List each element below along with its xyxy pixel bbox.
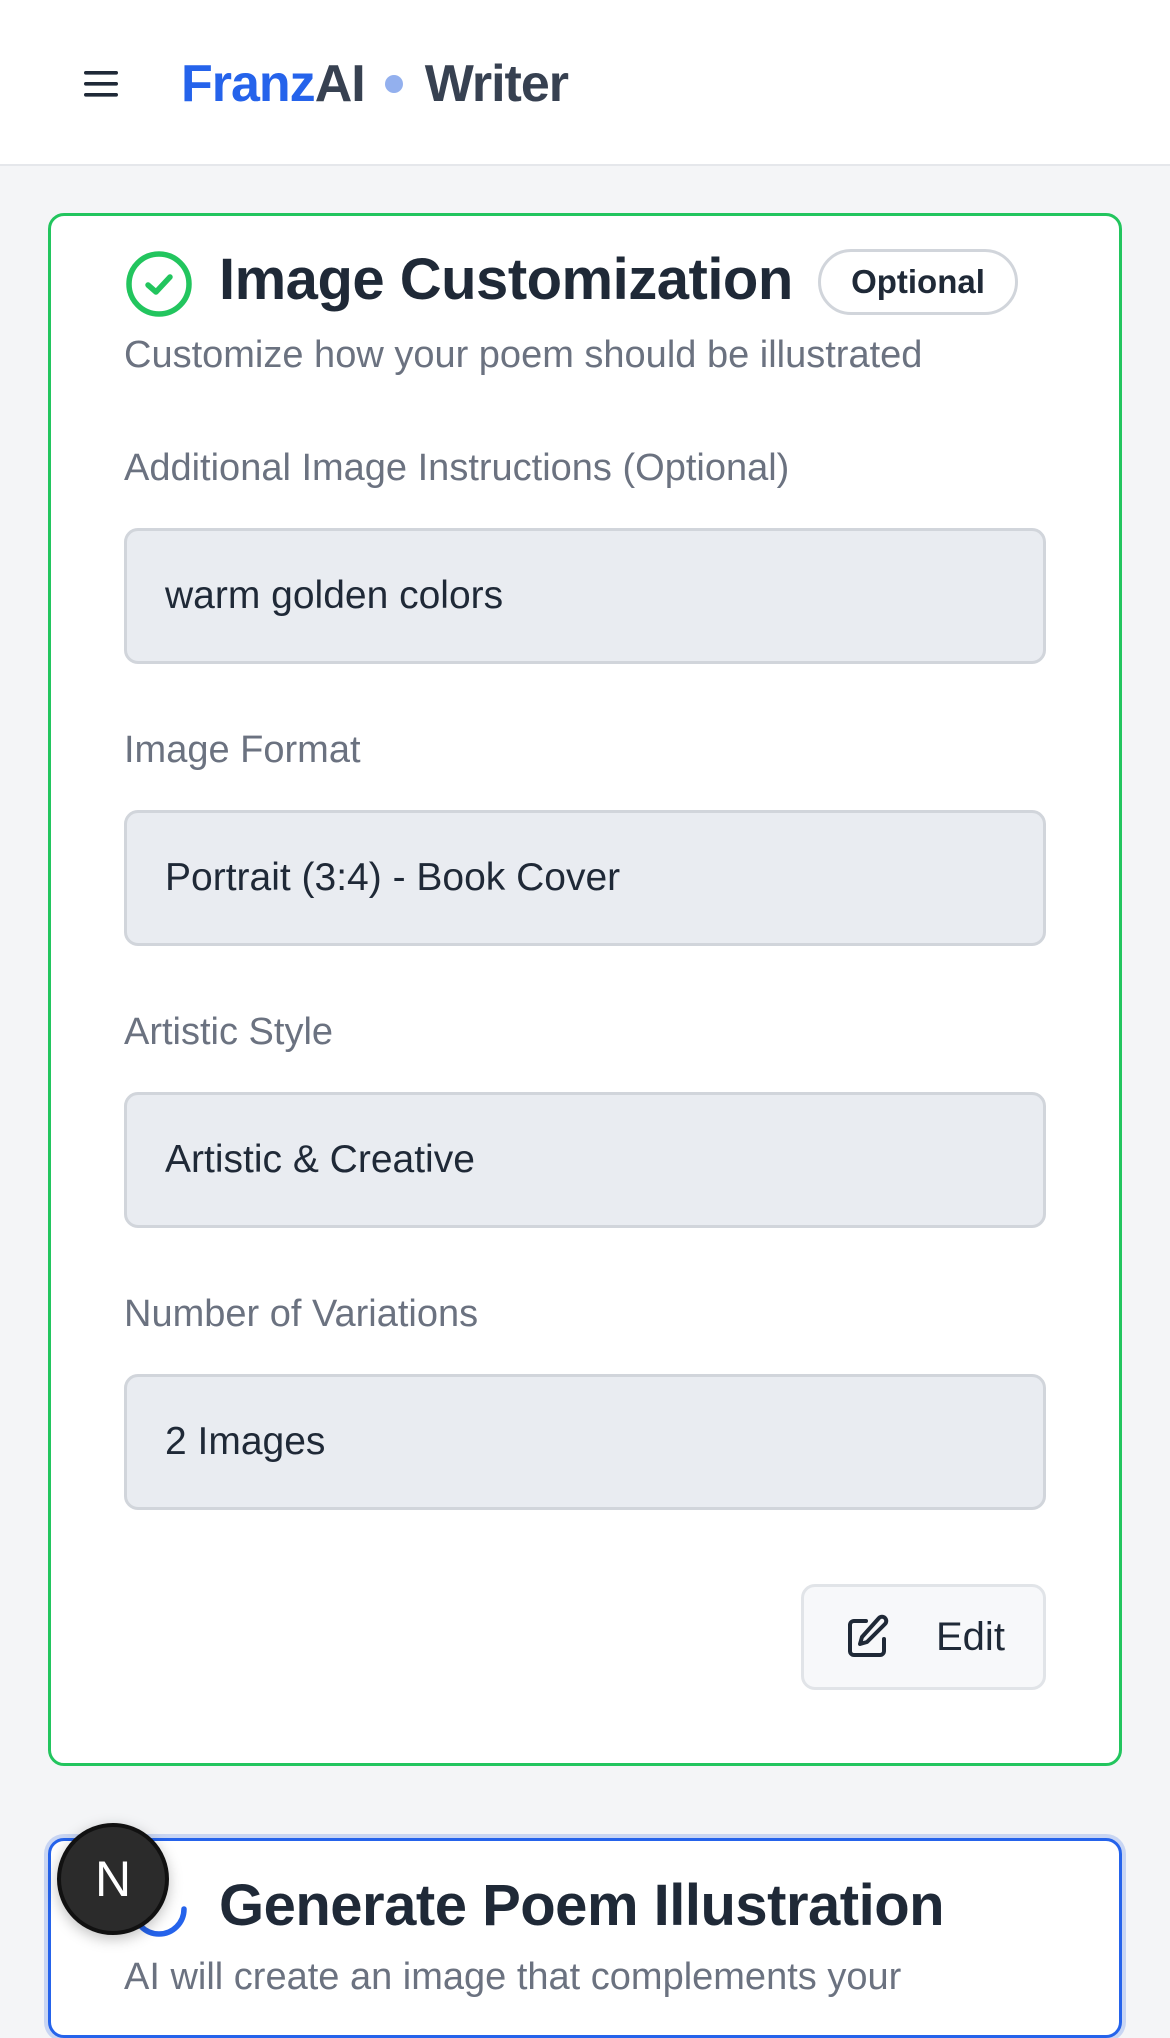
app-header: Franz AI Writer (0, 0, 1170, 166)
generate-subtitle: AI will create an image that complements… (124, 1956, 902, 1998)
app-logo[interactable]: Franz AI Writer (181, 48, 569, 120)
image-format-label: Image Format (124, 729, 361, 771)
variations-label: Number of Variations (124, 1293, 479, 1335)
card-title: Image Customization (219, 247, 793, 312)
menu-button[interactable] (66, 52, 138, 116)
optional-badge: Optional (818, 249, 1018, 315)
image-format-select[interactable]: Portrait (3:4) - Book Cover (124, 810, 1046, 946)
artistic-style-select[interactable]: Artistic & Creative (124, 1092, 1046, 1228)
hamburger-menu-icon (84, 71, 118, 97)
image-instructions-field[interactable]: warm golden colors (124, 528, 1046, 664)
edit-button-label: Edit (936, 1614, 1005, 1659)
variations-select[interactable]: 2 Images (124, 1374, 1046, 1510)
check-circle-icon (126, 251, 192, 317)
brand-writer: Writer (424, 55, 569, 113)
artistic-style-label: Artistic Style (124, 1011, 334, 1053)
edit-pencil-icon (848, 1614, 889, 1657)
brand-ai: AI (314, 55, 366, 113)
image-instructions-label: Additional Image Instructions (Optional) (124, 447, 790, 489)
card-subtitle: Customize how your poem should be illust… (124, 334, 923, 376)
generate-title: Generate Poem Illustration (219, 1873, 945, 1938)
dev-tools-avatar-button[interactable]: N (57, 1823, 169, 1935)
edit-button[interactable]: Edit (801, 1584, 1046, 1690)
brand-dot-icon (384, 75, 403, 93)
brand-franz: Franz (181, 55, 316, 113)
